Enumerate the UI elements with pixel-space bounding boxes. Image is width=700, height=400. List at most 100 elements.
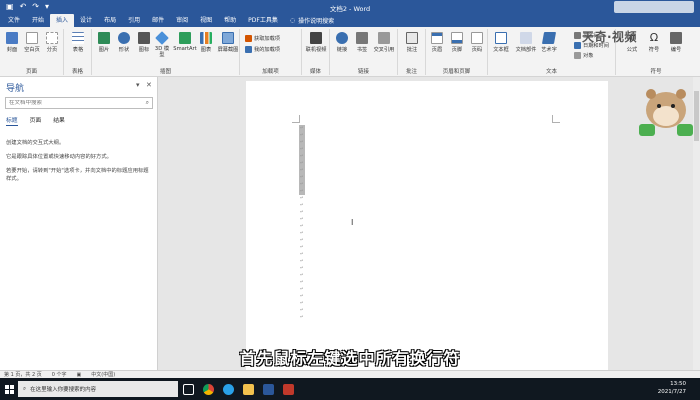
bookmark-button[interactable]: 书签 <box>352 32 372 53</box>
tab-layout[interactable]: 布局 <box>98 14 122 27</box>
paragraph-mark[interactable]: ↵ <box>300 125 304 132</box>
paragraph-mark[interactable]: ↵ <box>300 209 304 216</box>
wordart-button[interactable]: 艺术字 <box>538 32 560 53</box>
smartart-button[interactable]: SmartArt <box>172 32 198 52</box>
word-count[interactable]: 0 个字 <box>52 371 67 378</box>
nav-tab-results[interactable]: 结果 <box>53 115 65 126</box>
paragraph-mark[interactable]: ↵ <box>300 258 304 265</box>
object-button[interactable]: 对象 <box>574 52 593 59</box>
windows-start-icon[interactable] <box>0 378 18 400</box>
screenshot-button[interactable]: 屏幕截图 <box>216 32 240 53</box>
omega-icon: Ω <box>649 31 659 44</box>
nav-search-input[interactable] <box>9 100 129 106</box>
paragraph-mark[interactable]: ↵ <box>300 237 304 244</box>
system-tray-clock[interactable]: 13:50 2021/7/27 <box>658 380 686 396</box>
word-app-icon[interactable] <box>258 378 278 400</box>
cross-reference-button[interactable]: 交叉引用 <box>372 32 396 53</box>
chrome-icon[interactable] <box>198 378 218 400</box>
paragraph-mark[interactable]: ↵ <box>300 146 304 153</box>
paragraph-mark[interactable]: ↵ <box>300 265 304 272</box>
paragraph-mark[interactable]: ↵ <box>300 188 304 195</box>
language[interactable]: 中文(中国) <box>91 371 115 378</box>
search-icon[interactable]: ⌕ <box>146 99 149 107</box>
paragraph-mark[interactable]: ↵ <box>300 167 304 174</box>
get-addins-button[interactable]: 获取加载项 <box>245 35 280 42</box>
link-button[interactable]: 链接 <box>332 32 352 53</box>
tab-references[interactable]: 引用 <box>122 14 146 27</box>
comment-button[interactable]: 批注 <box>402 32 422 53</box>
tab-mailings[interactable]: 邮件 <box>146 14 170 27</box>
page-number-icon <box>471 32 483 44</box>
paragraph-mark[interactable]: ↵ <box>300 174 304 181</box>
paragraph-mark[interactable]: ↵ <box>300 202 304 209</box>
undo-icon[interactable]: ↶ <box>20 0 27 14</box>
close-icon[interactable]: ✕ <box>146 81 152 89</box>
paragraph-mark[interactable]: ↵ <box>300 300 304 307</box>
document-area[interactable]: ↵ ↵ ↵ ↵ ↵ ↵ ↵ ↵ ↵ ↵ ↵ ↵ ↵ ↵ ↵ ↵ ↵ ↵ ↵ ↵ ↵ ↵ ↵ ↵ ↵ ↵ ↵ ↵ I <box>158 77 700 370</box>
shapes-button[interactable]: 形状 <box>114 32 134 53</box>
doc-parts-button[interactable]: 文档部件 <box>514 32 538 53</box>
taskview-icon[interactable] <box>178 378 198 400</box>
paragraph-mark[interactable]: ↵ <box>300 223 304 230</box>
explorer-icon[interactable] <box>238 378 258 400</box>
tab-view[interactable]: 视图 <box>194 14 218 27</box>
quick-access-toolbar: ▣ ↶ ↷ ▾ <box>0 0 49 14</box>
paragraph-mark[interactable]: ↵ <box>300 307 304 314</box>
paragraph-mark[interactable]: ↵ <box>300 132 304 139</box>
tab-file[interactable]: 文件 <box>2 14 26 27</box>
blank-page-button[interactable]: 空白页 <box>22 32 42 53</box>
3d-model-button[interactable]: 3D 模型 <box>152 31 172 58</box>
paragraph-mark[interactable]: ↵ <box>300 216 304 223</box>
paragraph-mark[interactable]: ↵ <box>300 272 304 279</box>
page-count[interactable]: 第 1 页，共 2 页 <box>4 371 42 378</box>
tab-review[interactable]: 审阅 <box>170 14 194 27</box>
symbol-button[interactable]: Ω 符号 <box>644 31 664 54</box>
tab-design[interactable]: 设计 <box>74 14 98 27</box>
cover-button[interactable]: 封面 <box>2 32 22 53</box>
paragraph-mark[interactable]: ↵ <box>300 244 304 251</box>
chevron-down-icon[interactable]: ▾ <box>136 81 140 89</box>
group-header-footer: 页眉 页脚 页码 页眉和页脚 <box>426 29 488 75</box>
tab-pdf-tools[interactable]: PDF工具集 <box>242 14 284 27</box>
nav-search-box[interactable]: ⌕ <box>5 97 153 109</box>
paragraph-mark[interactable]: ↵ <box>300 181 304 188</box>
redo-icon[interactable]: ↷ <box>32 0 39 14</box>
nav-tab-headings[interactable]: 标题 <box>6 115 18 126</box>
paragraph-mark[interactable]: ↵ <box>300 314 304 321</box>
header-button[interactable]: 页眉 <box>427 32 447 53</box>
paragraph-mark[interactable]: ↵ <box>300 293 304 300</box>
app-icon[interactable] <box>278 378 298 400</box>
group-pages: 封面 空白页 分页 页面 <box>0 29 64 75</box>
paragraph-mark[interactable]: ↵ <box>300 139 304 146</box>
page-break-button[interactable]: 分页 <box>42 32 62 53</box>
icons-button[interactable]: 图标 <box>134 32 154 53</box>
chart-button[interactable]: 图表 <box>196 32 216 53</box>
online-video-button[interactable]: 联机视频 <box>306 32 326 53</box>
paragraph-mark[interactable]: ↵ <box>300 195 304 202</box>
smartart-icon <box>179 32 191 44</box>
customize-icon[interactable]: ▾ <box>45 0 49 14</box>
textbox-button[interactable]: 文本框 <box>490 32 512 53</box>
save-icon[interactable]: ▣ <box>6 0 14 14</box>
paragraph-mark[interactable]: ↵ <box>300 279 304 286</box>
taskbar-search[interactable]: ⌕ 在这里输入你要搜索的内容 <box>18 381 178 397</box>
paragraph-mark[interactable]: ↵ <box>300 251 304 258</box>
paragraph-mark[interactable]: ↵ <box>300 286 304 293</box>
edge-icon[interactable] <box>218 378 238 400</box>
page-number-button[interactable]: 页码 <box>467 32 487 53</box>
tell-me-search[interactable]: ◌ 操作说明搜索 <box>290 14 334 27</box>
paragraph-mark[interactable]: ↵ <box>300 160 304 167</box>
paragraph-mark[interactable]: ↵ <box>300 153 304 160</box>
paragraph-mark[interactable]: ↵ <box>300 230 304 237</box>
picture-button[interactable]: 图片 <box>94 32 114 53</box>
footer-button[interactable]: 页脚 <box>447 32 467 53</box>
tab-insert[interactable]: 插入 <box>50 14 75 27</box>
tab-help[interactable]: 帮助 <box>218 14 242 27</box>
document-page[interactable]: ↵ ↵ ↵ ↵ ↵ ↵ ↵ ↵ ↵ ↵ ↵ ↵ ↵ ↵ ↵ ↵ ↵ ↵ ↵ ↵ ↵ ↵ ↵ ↵ ↵ ↵ ↵ ↵ I <box>246 81 608 370</box>
my-addins-button[interactable]: 我的加载项 <box>245 46 280 53</box>
proofing-icon[interactable]: ▣ <box>77 372 82 378</box>
tab-home[interactable]: 开始 <box>26 14 50 27</box>
table-button[interactable]: 表格 <box>68 32 88 53</box>
numbering-button[interactable]: 编号 <box>666 32 686 53</box>
nav-tab-pages[interactable]: 页面 <box>30 115 42 126</box>
